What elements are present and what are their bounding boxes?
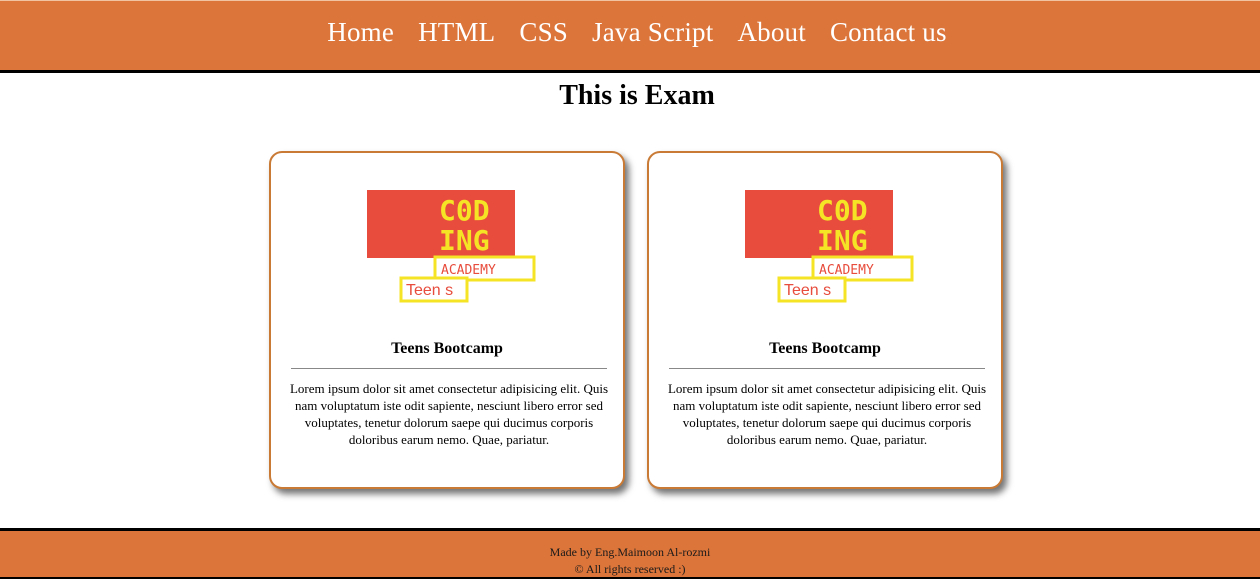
logo-text-line2: ING — [439, 224, 490, 257]
coding-academy-logo: C0D ING ACADEMY Teen s — [745, 190, 914, 303]
nav-link-css[interactable]: CSS — [519, 17, 568, 47]
course-card: C0D ING ACADEMY Teen s Teens Bootcamp Lo… — [269, 151, 625, 489]
nav-item-home: Home — [327, 17, 394, 48]
page-footer: Made by Eng.Maimoon Al-rozmi © All right… — [0, 528, 1260, 579]
course-card: C0D ING ACADEMY Teen s Teens Bootcamp Lo… — [647, 151, 1003, 489]
page-title: This is Exam — [559, 80, 715, 111]
nav-link-contact[interactable]: Contact us — [830, 17, 947, 47]
logo-text-teens: Teen s — [784, 282, 831, 299]
footer-credit: Made by Eng.Maimoon Al-rozmi — [549, 545, 711, 559]
card-title: Teens Bootcamp — [769, 340, 881, 357]
nav-item-css: CSS — [519, 17, 568, 48]
logo-text-line1: C0D — [439, 194, 490, 227]
nav-item-contact: Contact us — [830, 17, 947, 48]
nav-list: Home HTML CSS Java Script About Contact … — [0, 1, 1260, 70]
logo-text-teens: Teen s — [406, 282, 453, 299]
footer-copyright: © All rights reserved :) — [574, 562, 686, 576]
logo-text-academy: ACADEMY — [441, 263, 496, 278]
logo-text-line1: C0D — [817, 194, 868, 227]
coding-academy-logo: C0D ING ACADEMY Teen s — [367, 190, 536, 303]
card-divider — [291, 368, 607, 369]
card-divider — [669, 368, 985, 369]
nav-link-about[interactable]: About — [737, 17, 806, 47]
top-navbar: Home HTML CSS Java Script About Contact … — [0, 0, 1260, 73]
card-description: Lorem ipsum dolor sit amet consectetur a… — [667, 381, 987, 447]
card-title: Teens Bootcamp — [391, 340, 503, 357]
nav-item-html: HTML — [418, 17, 495, 48]
nav-item-about: About — [737, 17, 806, 48]
nav-link-javascript[interactable]: Java Script — [592, 17, 713, 47]
nav-item-javascript: Java Script — [592, 17, 713, 48]
logo-text-academy: ACADEMY — [819, 263, 874, 278]
logo-text-line2: ING — [817, 224, 868, 257]
card-description: Lorem ipsum dolor sit amet consectetur a… — [289, 381, 609, 447]
nav-link-home[interactable]: Home — [327, 17, 394, 47]
nav-link-html[interactable]: HTML — [418, 17, 495, 47]
